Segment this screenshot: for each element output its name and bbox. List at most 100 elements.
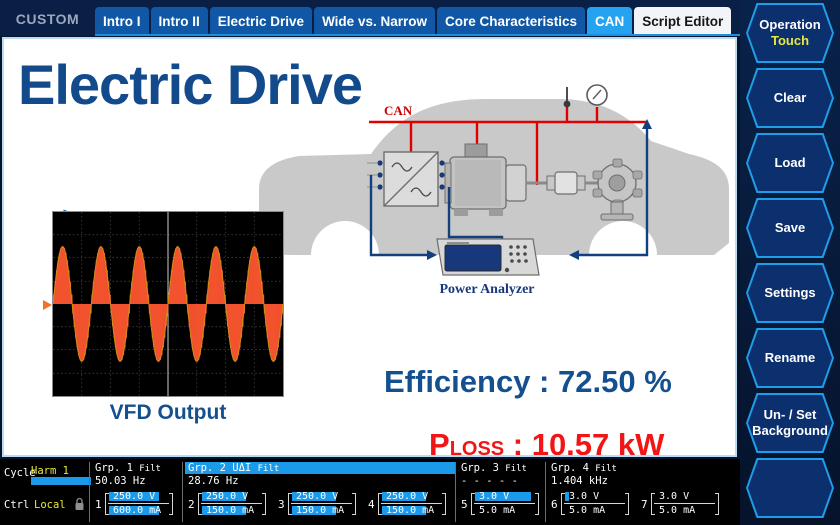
label-line-0: Load <box>774 154 806 170</box>
cycle-value[interactable]: Harm 1 <box>31 465 69 477</box>
group-header-1[interactable]: Grp. 1 Filt <box>95 462 161 474</box>
sidebar-button-empty[interactable] <box>746 458 834 518</box>
channel-current-value: 150.0 mA <box>206 505 255 516</box>
sidebar-button-settings[interactable]: Settings <box>746 263 834 323</box>
channel-voltage-value: 250.0 V <box>206 491 249 502</box>
channel-current-value: 5.0 mA <box>659 505 696 516</box>
ploss-readout: PLOSS : 10.57 kW <box>429 427 665 457</box>
application-window: CUSTOM Intro I Intro II Electric Drive Wide… <box>0 0 840 525</box>
ploss-value: 10.57 kW <box>531 427 665 457</box>
channel-current-value: 5.0 mA <box>569 505 606 516</box>
label-line-1: Background <box>752 423 828 438</box>
power-analyzer-icon <box>436 238 540 276</box>
sidebar-button-label: Load <box>746 133 834 193</box>
sidebar-button-label: Settings <box>746 263 834 323</box>
sidebar-button-load[interactable]: Load <box>746 133 834 193</box>
group-header-3[interactable]: Grp. 3 Filt <box>461 462 527 474</box>
sidebar-button-label: Save <box>746 198 834 258</box>
tab-core-characteristics[interactable]: Core Characteristics <box>436 7 586 36</box>
channel-axis <box>564 503 625 504</box>
ploss-symbol: P <box>429 427 450 457</box>
sidebar-button-sublabel: Touch <box>770 33 810 48</box>
scope-canvas <box>52 211 284 397</box>
channel-2[interactable]: 2 250.0 V 150.0 mA <box>188 489 270 521</box>
efficiency-value: 72.50 % <box>558 364 672 399</box>
group-divider <box>182 462 183 522</box>
channel-voltage-value: 3.0 V <box>479 491 510 502</box>
channel-axis <box>201 503 262 504</box>
channel-number: 1 <box>95 498 102 511</box>
tab-electric-drive[interactable]: Electric Drive <box>209 7 313 36</box>
scope-caption: VFD Output <box>109 401 227 424</box>
channel-number: 6 <box>551 498 558 511</box>
channel-current-value: 5.0 mA <box>479 505 516 516</box>
group-filter: Filt <box>505 464 527 474</box>
can-label: CAN <box>384 103 413 118</box>
channel-number: 4 <box>368 498 375 511</box>
scope-trigger-marker <box>43 300 52 310</box>
label-line-0: Operation <box>759 16 821 32</box>
group-name: Grp. 2 <box>188 462 226 474</box>
channel-bracket-right <box>442 493 446 515</box>
channel-bracket-left <box>651 493 655 515</box>
channel-voltage-value: 3.0 V <box>659 491 690 502</box>
tab-intro-i[interactable]: Intro I <box>95 7 149 36</box>
group-name: Grp. 3 <box>461 462 499 474</box>
group-name: Grp. 1 <box>95 462 133 474</box>
sidebar-button-label: Clear <box>746 68 834 128</box>
channel-6[interactable]: 6 3.0 V 5.0 mA <box>551 489 633 521</box>
tab-list: Intro I Intro II Electric Drive Wide vs. Na… <box>95 7 733 36</box>
group-divider <box>455 462 456 522</box>
channel-4[interactable]: 4 250.0 V 150.0 mA <box>368 489 450 521</box>
channel-axis <box>108 503 169 504</box>
label-line-0: Settings <box>764 284 816 300</box>
channel-bracket-right <box>535 493 539 515</box>
channel-voltage-value: 250.0 V <box>113 491 156 502</box>
channel-axis <box>474 503 535 504</box>
channel-current-value: 600.0 mA <box>113 505 162 516</box>
channel-1[interactable]: 1 250.0 V 600.0 mA <box>95 489 177 521</box>
electric-drive-diagram: CAN Power Analyzer <box>259 84 729 297</box>
channel-5[interactable]: 5 3.0 V 5.0 mA <box>461 489 543 521</box>
efficiency-label: Efficiency : <box>384 364 558 399</box>
right-sidebar: Operation Touch Clear Load Save Settings Renam… <box>740 0 840 525</box>
label-line-0: Un- / Set <box>763 406 817 422</box>
sidebar-button-rename[interactable]: Rename <box>746 328 834 388</box>
sidebar-button-save[interactable]: Save <box>746 198 834 258</box>
cycle-bar <box>31 477 91 485</box>
tab-wide-vs-narrow[interactable]: Wide vs. Narrow <box>314 7 435 36</box>
tab-underline <box>95 34 740 36</box>
group-header-2[interactable]: Grp. 2 UΔI Filt <box>185 462 456 474</box>
group-header-4[interactable]: Grp. 4 Filt <box>551 462 617 474</box>
channel-current-value: 150.0 mA <box>386 505 435 516</box>
label-line-0: Clear <box>773 89 807 105</box>
channel-7[interactable]: 7 3.0 V 5.0 mA <box>641 489 723 521</box>
power-analyzer-label: Power Analyzer <box>440 282 535 297</box>
channel-bracket-right <box>169 493 173 515</box>
efficiency-readout: Efficiency : 72.50 % <box>384 364 672 400</box>
tab-can[interactable]: CAN <box>587 7 633 36</box>
channel-voltage-value: 250.0 V <box>296 491 339 502</box>
channel-number: 5 <box>461 498 468 511</box>
label-line-0: Rename <box>764 349 816 365</box>
sidebar-button-operation[interactable]: Operation Touch <box>746 3 834 63</box>
group-filter: Filt <box>139 464 161 474</box>
channel-3[interactable]: 3 250.0 V 150.0 mA <box>278 489 360 521</box>
sidebar-button-clear[interactable]: Clear <box>746 68 834 128</box>
channel-axis <box>291 503 352 504</box>
tab-script-editor[interactable]: Script Editor <box>634 7 732 36</box>
lock-icon[interactable] <box>74 497 85 511</box>
tab-intro-ii[interactable]: Intro II <box>150 7 208 36</box>
sidebar-button-un-set-background[interactable]: Un- / Set Background <box>746 393 834 453</box>
group-mode: UΔI <box>232 462 252 474</box>
channel-bracket-right <box>715 493 719 515</box>
sidebar-button-label: Un- / Set Background <box>746 393 834 453</box>
ctrl-value[interactable]: Local <box>34 499 66 511</box>
channel-bracket-right <box>625 493 629 515</box>
channel-number: 2 <box>188 498 195 511</box>
group-name: Grp. 4 <box>551 462 589 474</box>
ctrl-label: Ctrl <box>4 499 30 511</box>
group-frequency-2: 28.76 Hz <box>188 475 239 487</box>
main-content-panel: Electric Drive CAN Power Analyzer VFD Ou… <box>2 37 737 457</box>
channel-axis <box>381 503 442 504</box>
